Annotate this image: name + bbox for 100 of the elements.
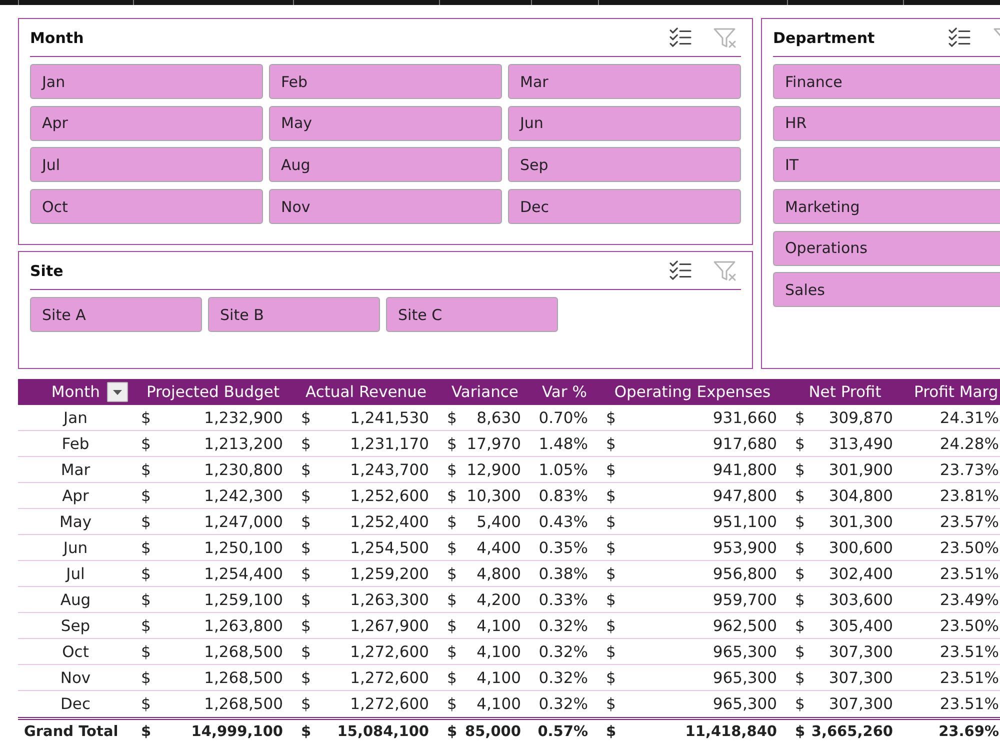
month-cell-text: Sep — [60, 616, 92, 634]
amount-value: 1,272,600 — [350, 642, 429, 660]
currency-symbol: $ — [447, 668, 457, 686]
currency-symbol: $ — [301, 642, 311, 660]
currency-symbol: $ — [795, 724, 806, 740]
slicer-item[interactable]: Jun — [508, 106, 741, 141]
amount-value: 1,250,100 — [204, 538, 283, 556]
filter-dropdown-button[interactable] — [107, 382, 128, 402]
amount-value: 951,100 — [712, 512, 777, 530]
amount-value: 12,900 — [466, 460, 521, 478]
currency-symbol: $ — [141, 486, 151, 504]
slicer-item[interactable]: Aug — [269, 147, 502, 182]
month-cell-text: Jan — [62, 408, 88, 426]
percent-value: 23.50% — [938, 616, 1000, 634]
currency-symbol: $ — [141, 668, 151, 686]
amount-value: 1,267,900 — [350, 616, 429, 634]
currency-symbol: $ — [447, 512, 457, 530]
multi-select-icon[interactable] — [669, 260, 692, 281]
currency-symbol: $ — [795, 564, 805, 582]
currency-symbol: $ — [606, 695, 616, 713]
slicer-item[interactable]: Feb — [269, 64, 502, 99]
amount-value: 965,300 — [712, 642, 777, 660]
percent-value: 24.28% — [938, 434, 1000, 452]
currency-symbol: $ — [141, 460, 151, 478]
slicer-item[interactable]: HR — [773, 106, 1000, 141]
slicer-item[interactable]: Jul — [30, 147, 263, 182]
percent-value: 24.31% — [938, 408, 1000, 426]
currency-symbol: $ — [301, 512, 311, 530]
month-cell-text: Apr — [61, 486, 90, 504]
currency-symbol: $ — [447, 695, 457, 713]
percent-value: 23.57% — [938, 512, 1000, 530]
slicer-item[interactable]: Jan — [30, 64, 263, 99]
month-cell-text: Oct — [61, 642, 90, 660]
slicer-item[interactable]: Marketing — [773, 189, 1000, 224]
currency-symbol: $ — [606, 590, 616, 608]
percent-value: 23.69% — [938, 724, 1000, 740]
slicer-item[interactable]: Apr — [30, 106, 263, 141]
slicer-item[interactable]: Nov — [269, 189, 502, 224]
percent-value: 23.49% — [938, 590, 1000, 608]
amount-value: 1,241,530 — [350, 408, 429, 426]
amount-value: 85,000 — [465, 724, 521, 740]
slicer-item[interactable]: Site B — [208, 297, 380, 332]
amount-value: 307,300 — [828, 668, 893, 686]
percent-value: 23.51% — [938, 695, 1000, 713]
amount-value: 962,500 — [712, 616, 777, 634]
amount-value: 4,800 — [476, 564, 521, 582]
percent-value: 0.32% — [538, 695, 589, 713]
slicer-item[interactable]: Site C — [386, 297, 558, 332]
percent-value: 1.05% — [538, 460, 589, 478]
amount-value: 931,660 — [712, 408, 777, 426]
currency-symbol: $ — [447, 564, 457, 582]
slicer-item[interactable]: Mar — [508, 64, 741, 99]
amount-value: 302,400 — [828, 564, 893, 582]
amount-value: 1,254,500 — [350, 538, 429, 556]
currency-symbol: $ — [447, 408, 457, 426]
currency-symbol: $ — [795, 486, 805, 504]
column-header: Net Profit — [808, 383, 882, 401]
amount-value: 15,084,100 — [337, 724, 429, 740]
currency-symbol: $ — [795, 434, 805, 452]
currency-symbol: $ — [141, 642, 151, 660]
amount-value: 1,231,170 — [350, 434, 429, 452]
amount-value: 956,800 — [712, 564, 777, 582]
amount-value: 301,900 — [828, 460, 893, 478]
currency-symbol: $ — [606, 668, 616, 686]
amount-value: 1,213,200 — [204, 434, 283, 452]
percent-value: 23.81% — [938, 486, 1000, 504]
column-header: Operating Expenses — [613, 383, 772, 401]
amount-value: 917,680 — [712, 434, 777, 452]
slicer-item[interactable]: Finance — [773, 64, 1000, 99]
slicer-item[interactable]: Oct — [30, 189, 263, 224]
slicer-item[interactable]: Dec — [508, 189, 741, 224]
amount-value: 5,400 — [476, 512, 521, 530]
amount-value: 301,300 — [828, 512, 893, 530]
slicer-item[interactable]: Operations — [773, 230, 1000, 266]
percent-value: 0.33% — [538, 590, 589, 608]
amount-value: 307,300 — [828, 695, 893, 713]
amount-value: 307,300 — [828, 642, 893, 660]
amount-value: 1,268,500 — [204, 695, 283, 713]
total-label: Grand Total — [23, 724, 120, 740]
amount-value: 941,800 — [712, 460, 777, 478]
percent-value: 23.51% — [938, 642, 1000, 660]
currency-symbol: $ — [301, 538, 311, 556]
currency-symbol: $ — [606, 486, 616, 504]
currency-symbol: $ — [795, 668, 805, 686]
slicer-item[interactable]: Sep — [508, 147, 741, 182]
amount-value: 1,259,200 — [350, 564, 429, 582]
multi-select-icon[interactable] — [669, 27, 692, 48]
slicer-item[interactable]: May — [269, 106, 502, 141]
slicer-item[interactable]: Site A — [30, 297, 202, 332]
amount-value: 1,268,500 — [204, 642, 283, 660]
multi-select-icon[interactable] — [948, 27, 971, 48]
currency-symbol: $ — [141, 408, 151, 426]
percent-value: 0.43% — [538, 512, 589, 530]
currency-symbol: $ — [606, 512, 616, 530]
amount-value: 1,263,300 — [350, 590, 429, 608]
slicer-item[interactable]: IT — [773, 147, 1000, 182]
currency-symbol: $ — [795, 590, 805, 608]
amount-value: 1,242,300 — [204, 486, 283, 504]
slicer-item[interactable]: Sales — [773, 272, 1000, 308]
month-cell-text: Mar — [60, 460, 92, 478]
